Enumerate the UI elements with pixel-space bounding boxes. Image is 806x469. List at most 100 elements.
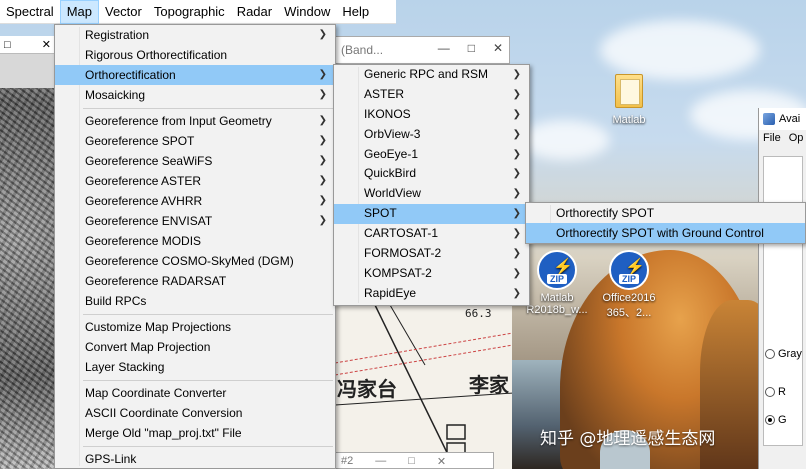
menu-vector[interactable]: Vector (99, 0, 148, 24)
radio-button[interactable] (765, 415, 775, 425)
gray-scale-option[interactable]: Gray (765, 348, 802, 360)
submenu-arrow-icon: ❯ (512, 128, 521, 140)
matlab-zip-shortcut[interactable]: ⚡ ZIP Matlab R2018b_w... (522, 250, 592, 316)
desktop-icon-label: 365、2... (606, 307, 652, 319)
band-window-title: (Band... (341, 43, 384, 57)
menu-item-formosat-2[interactable]: FORMOSAT-2 ❯ (334, 244, 529, 264)
maximize-icon[interactable]: □ (408, 455, 415, 467)
menu-item-ikonos[interactable]: IKONOS ❯ (334, 105, 529, 125)
satellite-window-titlebar[interactable]: □ ✕ (0, 36, 55, 54)
desktop-icon-label: R2018b_w... (526, 304, 588, 316)
menu-item-orthorectification[interactable]: Orthorectification ❯ (55, 65, 335, 85)
menu-item-build-rpcs[interactable]: Build RPCs (55, 291, 335, 311)
spot-submenu: Orthorectify SPOT Orthorectify SPOT with … (525, 202, 806, 244)
satellite-image-window[interactable]: □ ✕ (0, 36, 56, 469)
menu-item-mosaicking[interactable]: Mosaicking ❯ (55, 85, 335, 105)
close-icon[interactable]: ✕ (42, 38, 51, 51)
submenu-arrow-icon: ❯ (318, 135, 327, 146)
radio-button[interactable] (765, 349, 775, 359)
menu-item-label: SPOT (364, 206, 397, 221)
options-menu[interactable]: Op (789, 132, 804, 146)
g-option[interactable]: G (765, 414, 787, 426)
menu-item-georeference-cosmo-skymed-dgm[interactable]: Georeference COSMO-SkyMed (DGM) (55, 251, 335, 271)
watermark: 知乎 @地理遥感生态网 (540, 429, 716, 449)
menu-item-label: Generic RPC and RSM (364, 67, 489, 81)
map-menu-rows: Registration ❯ Rigorous Orthorectification… (55, 25, 335, 469)
minimize-icon[interactable]: — (438, 41, 450, 55)
minimize-icon[interactable]: — (375, 455, 386, 467)
menu-spectral[interactable]: Spectral (0, 0, 60, 24)
menu-item-georeference-envisat[interactable]: Georeference ENVISAT ❯ (55, 211, 335, 231)
menu-item-label: Orthorectify SPOT with Ground Control (556, 226, 764, 240)
menu-item-layer-stacking[interactable]: Layer Stacking (55, 357, 335, 377)
menu-item-orbview-3[interactable]: OrbView-3 ❯ (334, 125, 529, 145)
menu-radar[interactable]: Radar (231, 0, 278, 24)
menu-item-label: FORMOSAT-2 (364, 246, 442, 261)
menu-separator (83, 314, 333, 315)
file-menu[interactable]: File (763, 132, 781, 146)
menu-item-georeference-seawifs[interactable]: Georeference SeaWiFS ❯ (55, 151, 335, 171)
band-tree[interactable] (763, 156, 803, 446)
maximize-icon[interactable]: □ (468, 41, 475, 55)
radio-button[interactable] (765, 387, 775, 397)
available-bands-titlebar[interactable]: Avai (759, 108, 806, 130)
menu-item-orthorectify-spot[interactable]: Orthorectify SPOT (526, 203, 805, 223)
bottom-window[interactable]: #2 — □ ✕ (334, 452, 494, 469)
menu-item-cartosat-1[interactable]: CARTOSAT-1 ❯ (334, 224, 529, 244)
menu-item-label: Georeference SPOT (85, 134, 195, 148)
menu-item-worldview[interactable]: WorldView ❯ (334, 184, 529, 204)
folder-icon (615, 74, 643, 108)
band-window[interactable]: (Band... — □ ✕ (334, 36, 510, 64)
submenu-arrow-icon: ❯ (512, 148, 521, 160)
map-elevation-label: 66.3 (465, 307, 492, 320)
zip-archive-icon: ⚡ ZIP (537, 250, 577, 290)
menu-topographic[interactable]: Topographic (148, 0, 231, 24)
menu-item-label: Georeference MODIS (85, 234, 202, 248)
menu-item-map-coordinate-converter[interactable]: Map Coordinate Converter (55, 383, 335, 403)
submenu-arrow-icon: ❯ (512, 88, 521, 100)
menu-item-generic-rpc-and-rsm[interactable]: Generic RPC and RSM ❯ (334, 65, 529, 85)
menu-item-georeference-modis[interactable]: Georeference MODIS (55, 231, 335, 251)
menu-item-geoeye-1[interactable]: GeoEye-1 ❯ (334, 145, 529, 165)
menu-item-quickbird[interactable]: QuickBird ❯ (334, 164, 529, 184)
menu-item-label: Map Coordinate Converter (85, 386, 227, 400)
scanned-map-image: 66.3 冯家台 李家 (334, 305, 512, 469)
menu-item-registration[interactable]: Registration ❯ (55, 25, 335, 45)
menu-item-rapideye[interactable]: RapidEye ❯ (334, 284, 529, 304)
menu-item-georeference-radarsat[interactable]: Georeference RADARSAT (55, 271, 335, 291)
close-icon[interactable]: ✕ (437, 455, 446, 468)
menu-item-georeference-avhrr[interactable]: Georeference AVHRR ❯ (55, 191, 335, 211)
menu-item-customize-map-projections[interactable]: Customize Map Projections (55, 317, 335, 337)
menu-item-georeference-from-input-geometry[interactable]: Georeference from Input Geometry ❯ (55, 111, 335, 131)
available-bands-panel[interactable]: Avai File Op Gray R G (758, 108, 806, 469)
menu-item-georeference-spot[interactable]: Georeference SPOT ❯ (55, 131, 335, 151)
menu-window[interactable]: Window (278, 0, 336, 24)
menu-item-convert-map-projection[interactable]: Convert Map Projection (55, 337, 335, 357)
menu-item-gps-link[interactable]: GPS-Link (55, 449, 335, 469)
menu-item-label: Georeference RADARSAT (85, 274, 227, 288)
menu-item-kompsat-2[interactable]: KOMPSAT-2 ❯ (334, 264, 529, 284)
menu-item-georeference-aster[interactable]: Georeference ASTER ❯ (55, 171, 335, 191)
menu-map[interactable]: Map (59, 0, 99, 24)
menu-item-label: ASCII Coordinate Conversion (85, 406, 243, 420)
desktop-icon-label: Office2016 (602, 292, 656, 304)
submenu-arrow-icon: ❯ (512, 208, 521, 220)
restore-icon[interactable]: □ (4, 39, 11, 51)
menu-item-label: GeoEye-1 (364, 146, 419, 161)
menu-item-aster[interactable]: ASTER ❯ (334, 85, 529, 105)
menu-item-spot[interactable]: SPOT ❯ (334, 204, 529, 225)
office-zip-shortcut[interactable]: ⚡ ZIP Office2016 365、2... (594, 250, 664, 320)
menu-item-label: Orthorectify SPOT (556, 206, 655, 220)
menu-item-merge-old-map-proj-txt-file[interactable]: Merge Old "map_proj.txt" File (55, 423, 335, 443)
submenu-arrow-icon: ❯ (318, 155, 327, 166)
spot-menu-rows: Orthorectify SPOT Orthorectify SPOT with … (526, 203, 805, 243)
menu-item-ascii-coordinate-conversion[interactable]: ASCII Coordinate Conversion (55, 403, 335, 423)
menu-item-label: Rigorous Orthorectification (85, 48, 228, 62)
close-icon[interactable]: ✕ (493, 41, 503, 55)
menu-separator (83, 446, 333, 447)
matlab-folder-shortcut[interactable]: Matlab (594, 74, 664, 126)
menu-item-rigorous-orthorectification[interactable]: Rigorous Orthorectification (55, 45, 335, 65)
menu-help[interactable]: Help (336, 0, 375, 24)
r-option[interactable]: R (765, 386, 786, 398)
menu-item-orthorectify-spot-with-ground-control[interactable]: Orthorectify SPOT with Ground Control (526, 223, 805, 243)
